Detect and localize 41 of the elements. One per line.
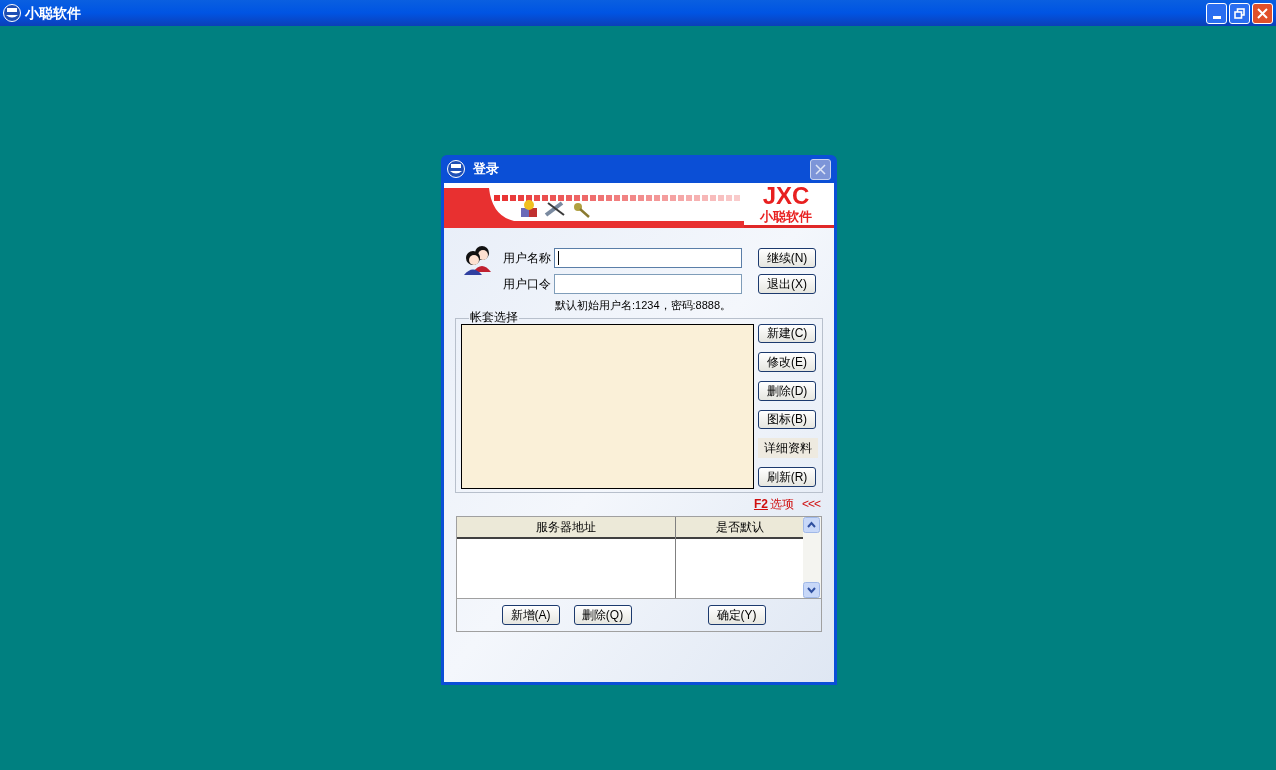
- minimize-icon: [1212, 15, 1221, 19]
- text-field[interactable]: [554, 248, 742, 268]
- dialog-button[interactable]: 删除(D): [758, 380, 816, 401]
- restore-icon: [1234, 7, 1245, 19]
- dialog-button[interactable]: 新增(A): [501, 604, 560, 625]
- text-field[interactable]: [554, 274, 742, 294]
- field-label: 用户口令: [503, 276, 551, 293]
- options-link[interactable]: 选项: [769, 494, 794, 513]
- hint-text: 默认初始用户名:1234，密码:8888。: [555, 298, 733, 313]
- close-button[interactable]: [810, 158, 831, 180]
- window-title: 小聪软件: [25, 3, 81, 23]
- dialog-button[interactable]: 修改(E): [758, 352, 816, 372]
- minimize-button[interactable]: [1206, 2, 1227, 24]
- group-title: 帐套选择: [469, 310, 519, 323]
- column-header: 是否默认: [676, 516, 803, 539]
- scroll-down-icon[interactable]: [803, 581, 820, 598]
- app-logo-icon: [447, 160, 465, 178]
- close-icon: [815, 163, 826, 175]
- restore-button[interactable]: [1229, 2, 1250, 24]
- dialog-button[interactable]: 继续(N): [758, 248, 816, 268]
- dialog-button[interactable]: 刷新(R): [758, 466, 816, 487]
- brand-subtitle: 小聪软件: [760, 209, 812, 224]
- scroll-up-icon[interactable]: [803, 516, 820, 533]
- dialog-button[interactable]: 图标(B): [758, 409, 816, 430]
- app-logo-icon: [3, 4, 21, 22]
- brand-logo: JXC: [762, 183, 810, 209]
- dialog-title: 登录: [473, 160, 499, 179]
- key-icon: [572, 201, 592, 219]
- tools-icon: [544, 199, 566, 219]
- column-header: 服务器地址: [457, 516, 675, 539]
- close-icon: [1257, 7, 1268, 19]
- details-label: 详细资料: [758, 438, 818, 458]
- dialog-button[interactable]: 退出(X): [758, 274, 816, 294]
- dialog-button[interactable]: 新建(C): [758, 323, 816, 344]
- shortcut-key: F2: [753, 494, 768, 513]
- field-label: 用户名称: [503, 250, 551, 267]
- dialog-button[interactable]: 删除(Q): [573, 604, 632, 625]
- scrollbar[interactable]: [803, 516, 821, 598]
- expand-arrows[interactable]: <<<: [801, 494, 820, 513]
- cube-icon: [519, 199, 539, 219]
- dialog-button[interactable]: 确定(Y): [707, 604, 766, 625]
